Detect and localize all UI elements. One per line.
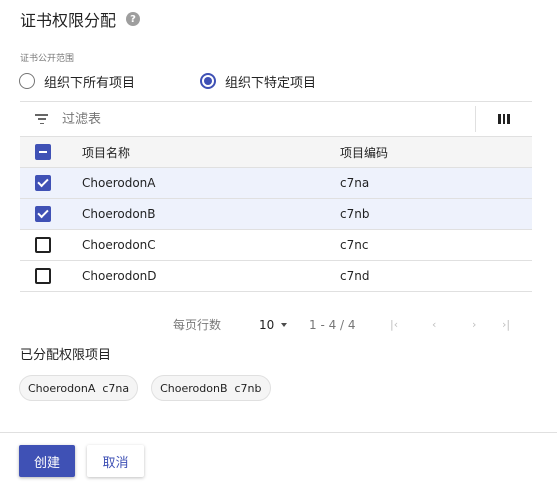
table-row[interactable]: ChoerodonC c7nc	[20, 230, 532, 261]
page-title: 证书权限分配 ?	[20, 8, 141, 30]
previous-page-icon[interactable]: ‹	[432, 316, 436, 334]
last-page-icon[interactable]: ›|	[502, 316, 510, 334]
row-checkbox[interactable]	[35, 237, 51, 253]
table-filter-bar	[20, 102, 532, 137]
row-code: c7na	[340, 176, 370, 190]
rows-per-page-label: 每页行数	[173, 318, 222, 332]
next-page-icon[interactable]: ›	[472, 316, 476, 334]
row-name: ChoerodonB	[82, 207, 156, 221]
radio-specific-projects-label: 组织下特定项目	[225, 75, 317, 91]
table-row[interactable]: ChoerodonA c7na	[20, 168, 532, 199]
page-title-text: 证书权限分配	[20, 11, 117, 30]
table-pagination: 每页行数 10 1 - 4 / 4 |‹ ‹ › ›|	[0, 316, 557, 334]
column-header-code[interactable]: 项目编码	[340, 144, 532, 161]
cancel-button[interactable]: 取消	[87, 445, 144, 477]
create-button[interactable]: 创建	[19, 445, 75, 477]
row-code: c7nc	[340, 238, 369, 252]
row-checkbox[interactable]	[35, 175, 51, 191]
assigned-chip[interactable]: ChoerodonB c7nb	[151, 375, 271, 401]
row-name: ChoerodonD	[82, 269, 157, 283]
filter-list-icon	[35, 114, 48, 124]
assigned-projects-title: 已分配权限项目	[20, 348, 112, 363]
row-code: c7nd	[340, 269, 370, 283]
scope-label: 证书公开范围	[20, 54, 75, 64]
project-table: 项目名称 项目编码 ChoerodonA c7na ChoerodonB c7n…	[20, 101, 532, 292]
page-size-select[interactable]: 10	[259, 316, 288, 334]
row-checkbox[interactable]	[35, 206, 51, 222]
row-name: ChoerodonA	[82, 176, 156, 190]
assigned-chips: ChoerodonA c7na ChoerodonB c7nb	[19, 375, 271, 401]
help-circle-icon[interactable]: ?	[126, 12, 141, 26]
select-all-checkbox[interactable]	[35, 144, 51, 160]
dropdown-caret-icon	[281, 323, 288, 327]
assigned-chip[interactable]: ChoerodonA c7na	[19, 375, 139, 401]
table-header-row: 项目名称 项目编码	[20, 137, 532, 168]
page-size-value: 10	[259, 318, 275, 332]
radio-checked-icon	[200, 73, 216, 89]
table-row[interactable]: ChoerodonD c7nd	[20, 261, 532, 292]
radio-unchecked-icon	[19, 73, 35, 89]
footer-divider	[0, 432, 557, 433]
radio-all-projects-label: 组织下所有项目	[44, 75, 136, 91]
row-name: ChoerodonC	[82, 238, 156, 252]
radio-all-projects[interactable]: 组织下所有项目	[19, 71, 135, 91]
column-header-name[interactable]: 项目名称	[82, 144, 340, 161]
filter-input[interactable]	[62, 111, 442, 127]
row-code: c7nb	[340, 207, 370, 221]
table-row[interactable]: ChoerodonB c7nb	[20, 199, 532, 230]
radio-specific-projects[interactable]: 组织下特定项目	[200, 71, 316, 91]
page-range: 1 - 4 / 4	[309, 318, 356, 332]
first-page-icon[interactable]: |‹	[390, 316, 398, 334]
filter-divider	[475, 106, 476, 132]
row-checkbox[interactable]	[35, 268, 51, 284]
view-column-icon[interactable]	[498, 114, 511, 124]
